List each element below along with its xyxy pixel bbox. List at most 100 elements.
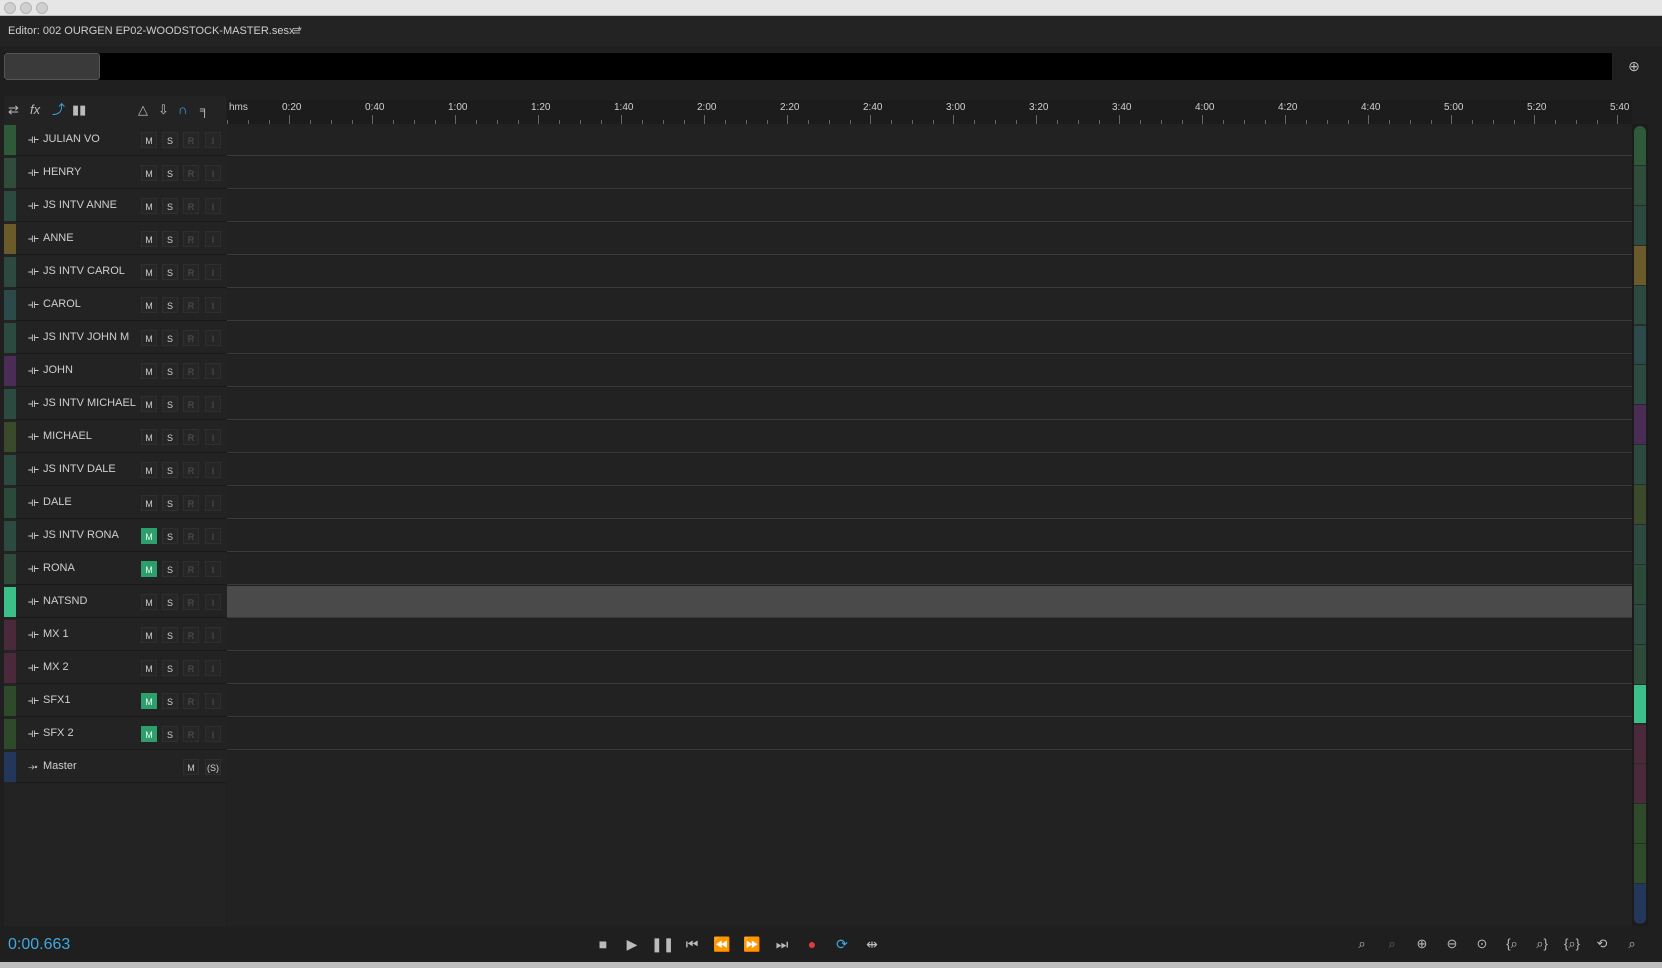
track-name[interactable]: MICHAEL	[43, 430, 92, 442]
track-name[interactable]: JULIAN VO	[43, 133, 100, 145]
input-monitor-button[interactable]: I	[205, 726, 221, 742]
input-monitor-button[interactable]: I	[205, 528, 221, 544]
fast-forward-icon[interactable]: ⏩	[741, 934, 763, 954]
track-header[interactable]: ⟛ MX 1 MSRI	[16, 619, 227, 651]
solo-button[interactable]: S	[162, 462, 178, 478]
go-to-end-icon[interactable]: ⏭	[771, 934, 793, 954]
record-arm-button[interactable]: R	[183, 165, 199, 181]
overview-zoom-handle[interactable]	[4, 53, 100, 80]
track-color-swatch[interactable]	[4, 125, 16, 155]
input-monitor-button[interactable]: I	[205, 693, 221, 709]
track-lane[interactable]	[227, 388, 1632, 420]
track-color-swatch[interactable]	[4, 587, 16, 617]
track-lane[interactable]	[227, 751, 1632, 783]
solo-button[interactable]: S	[162, 132, 178, 148]
record-arm-button[interactable]: R	[183, 396, 199, 412]
track-color-swatch[interactable]	[4, 323, 16, 353]
track-lane[interactable]	[227, 652, 1632, 684]
mute-button[interactable]: M	[141, 627, 157, 643]
input-icon[interactable]: ⇩	[158, 100, 169, 120]
track-name[interactable]: JS INTV DALE	[43, 463, 116, 475]
record-icon[interactable]: ●	[801, 934, 823, 954]
track-color-swatch[interactable]	[4, 455, 16, 485]
track-color-swatch[interactable]	[4, 389, 16, 419]
solo-button[interactable]: S	[162, 693, 178, 709]
track-row[interactable]: ⟛ HENRY M S R I	[4, 157, 1632, 189]
track-row[interactable]: ⟛ ANNE M S R I	[4, 223, 1632, 255]
input-monitor-button[interactable]: I	[205, 462, 221, 478]
track-lane[interactable]	[227, 223, 1632, 255]
go-to-start-icon[interactable]: ⏮	[681, 934, 703, 954]
track-color-swatch[interactable]	[4, 224, 16, 254]
stop-icon[interactable]: ■	[592, 934, 614, 954]
track-name[interactable]: ANNE	[43, 232, 74, 244]
mute-button[interactable]: M	[141, 198, 157, 214]
zoom-reset-icon[interactable]: ⟲	[1591, 934, 1613, 954]
track-lane[interactable]	[227, 454, 1632, 486]
input-monitor-button[interactable]: I	[205, 594, 221, 610]
record-arm-button[interactable]: R	[183, 726, 199, 742]
mute-button[interactable]: M	[141, 660, 157, 676]
solo-button[interactable]: S	[162, 198, 178, 214]
solo-button[interactable]: S	[162, 594, 178, 610]
mute-button[interactable]: M	[141, 495, 157, 511]
track-name[interactable]: CAROL	[43, 298, 81, 310]
solo-button[interactable]: S	[162, 396, 178, 412]
overview-bar[interactable]	[4, 53, 1612, 80]
solo-button[interactable]: S	[162, 264, 178, 280]
track-row[interactable]: ⟛ DALE M S R I	[4, 487, 1632, 519]
track-lane[interactable]	[227, 256, 1632, 288]
track-row[interactable]: ⟛ MX 1 MSRI	[4, 619, 1632, 651]
track-lane[interactable]	[227, 124, 1632, 156]
solo-button[interactable]: S	[162, 297, 178, 313]
track-header[interactable]: ⟛ JULIAN VO M S R I	[16, 124, 227, 156]
skip-selection-icon[interactable]: ⇹	[861, 934, 883, 954]
mute-button[interactable]: M	[141, 693, 157, 709]
monitor-icon[interactable]: ∩	[178, 100, 187, 120]
empty-timeline-area[interactable]	[227, 782, 1632, 926]
record-arm-button[interactable]: R	[183, 264, 199, 280]
track-color-swatch[interactable]	[4, 620, 16, 650]
minimize-window-button[interactable]	[20, 2, 32, 14]
solo-button[interactable]: S	[162, 231, 178, 247]
record-arm-button[interactable]: R	[183, 231, 199, 247]
solo-button[interactable]: S	[162, 363, 178, 379]
track-name[interactable]: RONA	[43, 562, 75, 574]
track-row[interactable]: ⟛ JS INTV JOHN M MSRI	[4, 322, 1632, 354]
track-color-swatch[interactable]	[4, 422, 16, 452]
track-header[interactable]: ⟛ NATSND M S R I	[16, 586, 227, 618]
pause-icon[interactable]: ❚❚	[651, 934, 674, 954]
record-arm-button[interactable]: R	[183, 363, 199, 379]
track-row[interactable]: ⟛ CAROL M S R I	[4, 289, 1632, 321]
track-lane[interactable]	[227, 322, 1632, 354]
solo-button[interactable]: S	[162, 726, 178, 742]
track-header[interactable]: ⟛ ANNE M S R I	[16, 223, 227, 255]
input-monitor-button[interactable]: I	[205, 264, 221, 280]
zoom-in-selection-icon[interactable]: ⌕}	[1531, 934, 1553, 954]
track-lane[interactable]	[227, 355, 1632, 387]
track-lane[interactable]	[227, 520, 1632, 552]
track-color-swatch[interactable]	[4, 554, 16, 584]
input-monitor-button[interactable]: I	[205, 330, 221, 346]
record-arm-button[interactable]: R	[183, 462, 199, 478]
input-monitor-button[interactable]: I	[205, 363, 221, 379]
time-ruler[interactable]: hms 0:20 0:40 1:00 1:20 1:40 2:00 2:20 2:40 3:00…	[227, 100, 1632, 126]
record-arm-button[interactable]: R	[183, 693, 199, 709]
track-lane[interactable]	[227, 685, 1632, 717]
mute-button[interactable]: M	[141, 429, 157, 445]
track-name[interactable]: JS INTV JOHN M	[43, 331, 129, 343]
solo-button[interactable]: (S)	[205, 759, 221, 775]
current-time-display[interactable]: 0:00.663	[8, 936, 70, 954]
send-icon[interactable]: ⤴	[52, 100, 65, 120]
track-row[interactable]: ⟛ JS INTV ANNE M S R I	[4, 190, 1632, 222]
track-name[interactable]: JOHN	[43, 364, 73, 376]
input-monitor-button[interactable]: I	[205, 231, 221, 247]
track-name[interactable]: SFX1	[43, 694, 71, 706]
input-monitor-button[interactable]: I	[205, 132, 221, 148]
track-name[interactable]: JS INTV ANNE	[43, 199, 117, 211]
zoom-in-time-icon[interactable]: ⊕	[1411, 934, 1433, 954]
track-name[interactable]: JS INTV CAROL	[43, 265, 125, 277]
record-arm-button[interactable]: R	[183, 528, 199, 544]
track-row[interactable]: ⟛ JOHN M S R I	[4, 355, 1632, 387]
solo-button[interactable]: S	[162, 660, 178, 676]
